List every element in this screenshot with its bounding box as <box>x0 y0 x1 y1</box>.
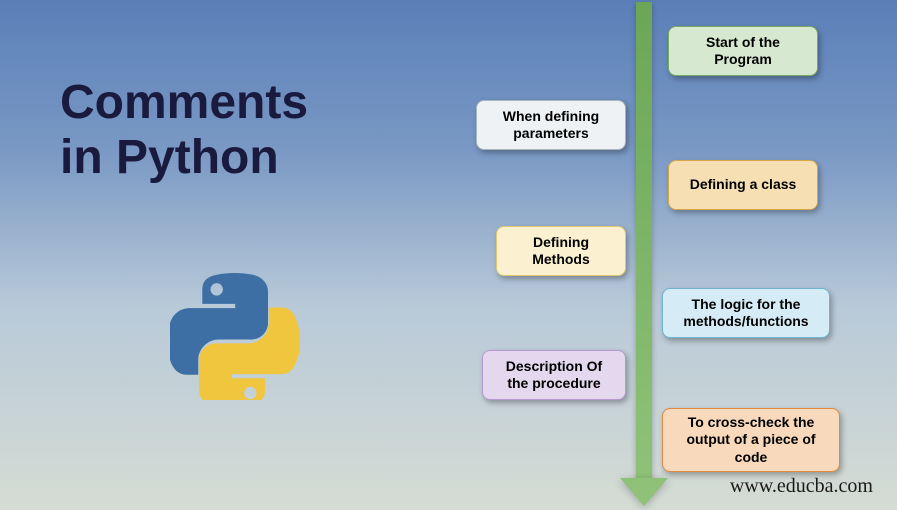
step-label: Description Of the procedure <box>495 358 613 393</box>
page-title: Comments in Python <box>60 75 308 185</box>
step-label: To cross-check the output of a piece of … <box>675 414 827 467</box>
python-logo-icon <box>170 270 300 400</box>
step-defining-methods: Defining Methods <box>496 226 626 276</box>
step-label: Start of the Program <box>681 34 805 69</box>
step-logic-methods: The logic for the methods/functions <box>662 288 830 338</box>
step-start-program: Start of the Program <box>668 26 818 76</box>
timeline-arrow-line <box>636 2 652 482</box>
step-cross-check-output: To cross-check the output of a piece of … <box>662 408 840 472</box>
step-description-procedure: Description Of the procedure <box>482 350 626 400</box>
step-defining-parameters: When defining parameters <box>476 100 626 150</box>
title-line-2: in Python <box>60 130 308 185</box>
step-label: The logic for the methods/functions <box>675 296 817 331</box>
footer-attribution: www.educba.com <box>730 475 873 498</box>
step-defining-class: Defining a class <box>668 160 818 210</box>
step-label: When defining parameters <box>489 108 613 143</box>
step-label: Defining a class <box>690 176 797 194</box>
timeline-arrow-head-icon <box>620 478 668 506</box>
step-label: Defining Methods <box>509 234 613 269</box>
title-line-1: Comments <box>60 75 308 130</box>
